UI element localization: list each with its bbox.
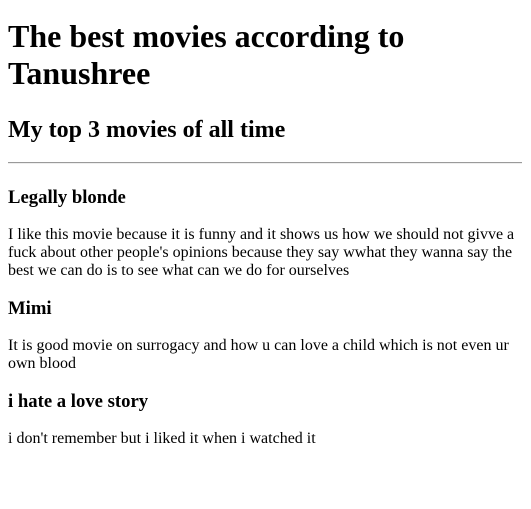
movie-description: i don't remember but i liked it when i w… (8, 430, 316, 447)
movie-entry-mimi: Mimi It is good movie on surrogacy and h… (8, 298, 523, 373)
page: The best movies according to Tanushree M… (0, 0, 531, 509)
movie-entry-legally-blonde: Legally blonde I like this movie because… (8, 187, 523, 280)
movie-description: I like this movie because it is funny an… (8, 226, 515, 279)
movie-entry-i-hate-a-love-story: i hate a love story i don't remember but… (8, 391, 523, 448)
page-title: The best movies according to Tanushree (8, 18, 405, 91)
movie-title: Legally blonde (8, 187, 126, 208)
divider (8, 162, 522, 164)
movie-description: It is good movie on surrogacy and how u … (8, 337, 509, 372)
movie-title: i hate a love story (8, 391, 149, 412)
movie-title: Mimi (8, 298, 52, 319)
page-subtitle: My top 3 movies of all time (8, 117, 286, 143)
